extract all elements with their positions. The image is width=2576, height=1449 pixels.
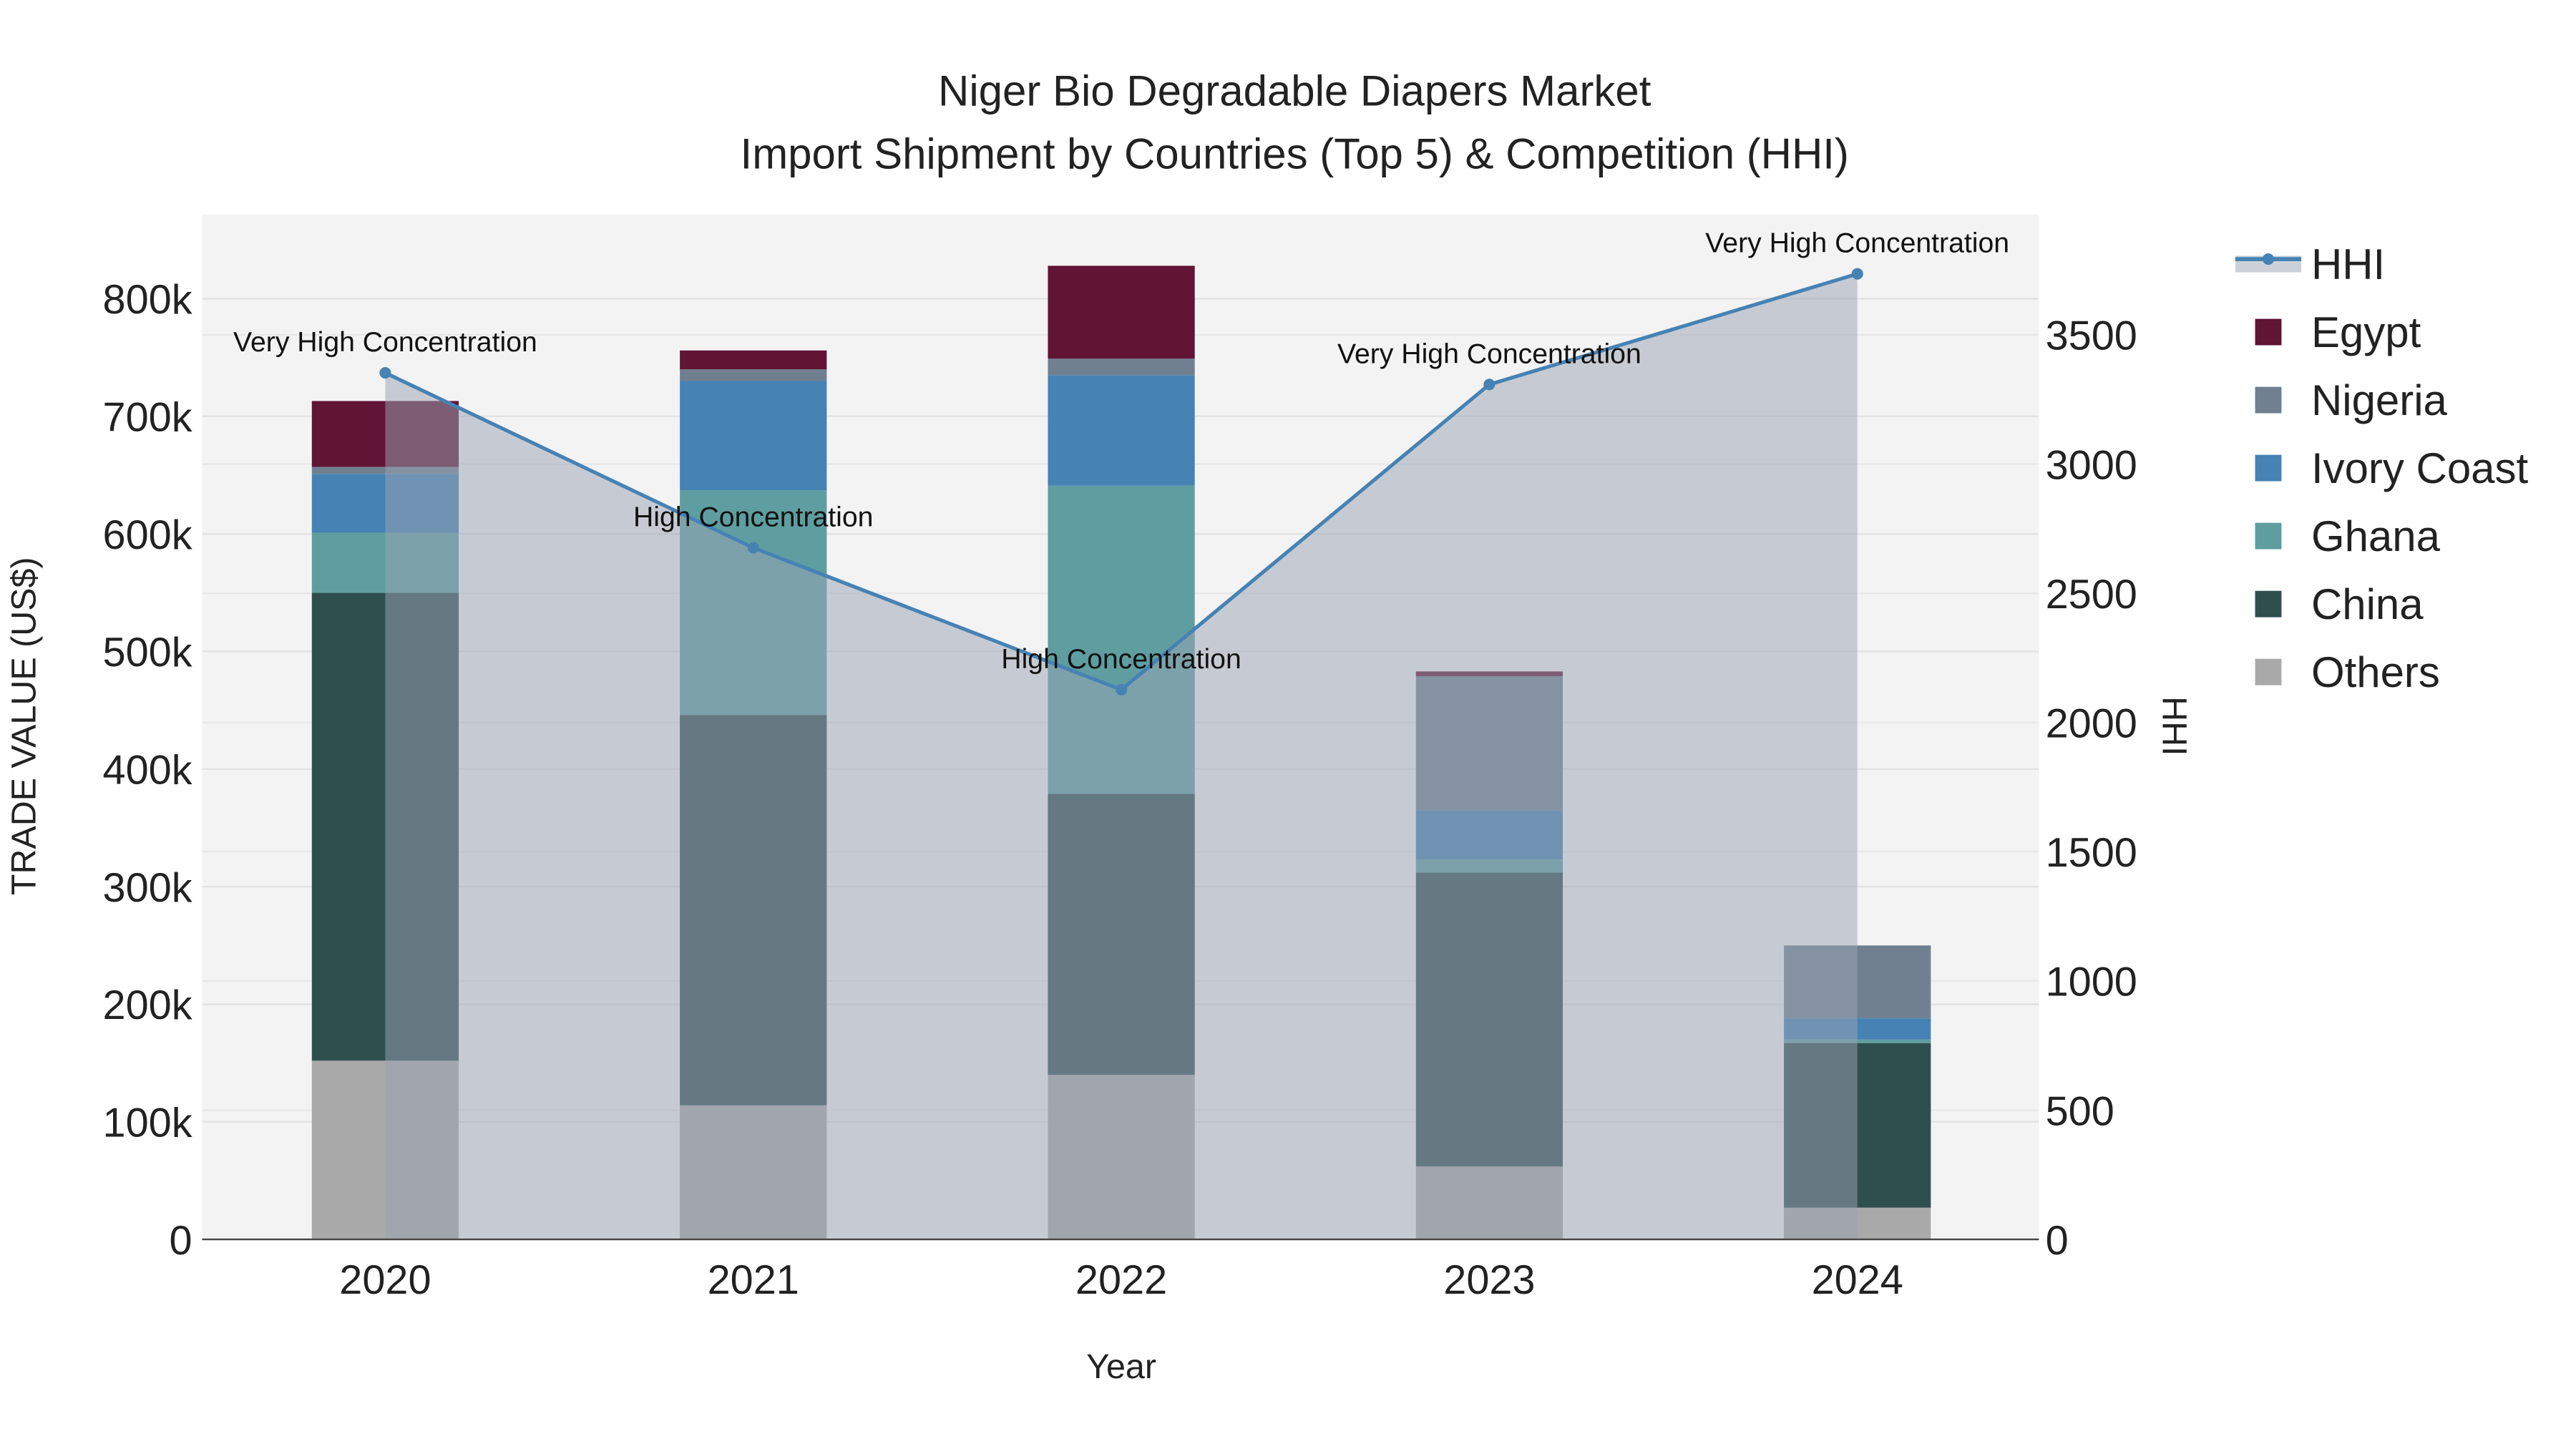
bar-ivory-coast-2021 — [680, 381, 827, 491]
chart-subtitle: Import Shipment by Countries (Top 5) & C… — [741, 130, 1849, 177]
hhi-point-2020 — [379, 366, 391, 379]
hhi-point-2023 — [1483, 379, 1496, 391]
legend-swatch-ghana — [2255, 522, 2282, 550]
chart: Very High Concentration High Concentratio… — [1, 0, 2575, 1449]
x-tick-label: 2020 — [339, 1257, 431, 1303]
legend-label: Egypt — [2311, 308, 2421, 356]
legend-label: Nigeria — [2311, 376, 2448, 424]
chart-title: Niger Bio Degradable Diapers Market — [938, 67, 1652, 115]
hhi-annotation: Very High Concentration — [1705, 228, 2009, 259]
y2-tick-label: 0 — [2046, 1218, 2069, 1264]
y2-tick-label: 1000 — [2046, 960, 2137, 1005]
legend-swatch-nigeria — [2255, 386, 2282, 414]
y-tick-label: 500k — [103, 630, 192, 675]
legend-swatch-egypt — [2255, 318, 2282, 346]
x-tick-label: 2023 — [1443, 1257, 1535, 1303]
x-tick-label: 2024 — [1812, 1257, 1903, 1303]
bar-egypt-2021 — [680, 350, 827, 370]
y-tick-label: 600k — [103, 512, 192, 558]
hhi-point-2022 — [1115, 683, 1128, 696]
hhi-annotation: High Concentration — [633, 502, 873, 533]
legend-label: China — [2311, 580, 2424, 628]
legend-swatch-others — [2255, 658, 2282, 686]
y2-tick-label: 2500 — [2046, 572, 2137, 618]
y-axis-label: TRADE VALUE (US$) — [4, 557, 43, 895]
y-tick-label: 100k — [103, 1101, 192, 1146]
legend-label: Ghana — [2311, 512, 2441, 560]
legend-swatch-ivory-coast — [2255, 454, 2282, 482]
hhi-point-2024 — [1851, 268, 1863, 280]
y-tick-label: 400k — [103, 748, 192, 794]
bar-ivory-coast-2022 — [1048, 375, 1195, 486]
hhi-annotation: Very High Concentration — [1337, 338, 1641, 369]
y2-tick-label: 500 — [2046, 1088, 2114, 1134]
y2-tick-label: 3000 — [2046, 442, 2137, 488]
y-tick-label: 800k — [103, 277, 192, 323]
y-tick-label: 0 — [170, 1218, 192, 1264]
y2-tick-label: 1500 — [2046, 830, 2137, 876]
hhi-annotation: High Concentration — [1001, 644, 1241, 675]
y-tick-label: 200k — [103, 982, 192, 1028]
y2-tick-label: 2000 — [2046, 701, 2137, 746]
bar-nigeria-2021 — [680, 369, 827, 381]
bar-nigeria-2022 — [1048, 358, 1195, 376]
legend-hhi-marker — [2262, 253, 2275, 265]
x-tick-label: 2021 — [708, 1257, 799, 1303]
legend-label: Ivory Coast — [2311, 444, 2529, 492]
bar-egypt-2022 — [1048, 265, 1195, 359]
legend-label: Others — [2311, 648, 2440, 696]
y2-tick-label: 3500 — [2046, 313, 2137, 359]
legend-label: HHI — [2311, 240, 2385, 288]
y-tick-label: 700k — [103, 395, 192, 441]
legend-swatch-china — [2255, 590, 2282, 618]
x-tick-label: 2022 — [1075, 1257, 1167, 1303]
y2-axis-label: HHI — [2155, 696, 2193, 756]
hhi-point-2021 — [747, 542, 759, 554]
y-tick-label: 300k — [103, 865, 192, 911]
x-axis-label: Year — [1086, 1347, 1156, 1386]
hhi-annotation: Very High Concentration — [233, 327, 537, 358]
y-axis-ticks: 0 100k 200k 300k 400k 500k 600k 700k 800k — [103, 277, 192, 1264]
